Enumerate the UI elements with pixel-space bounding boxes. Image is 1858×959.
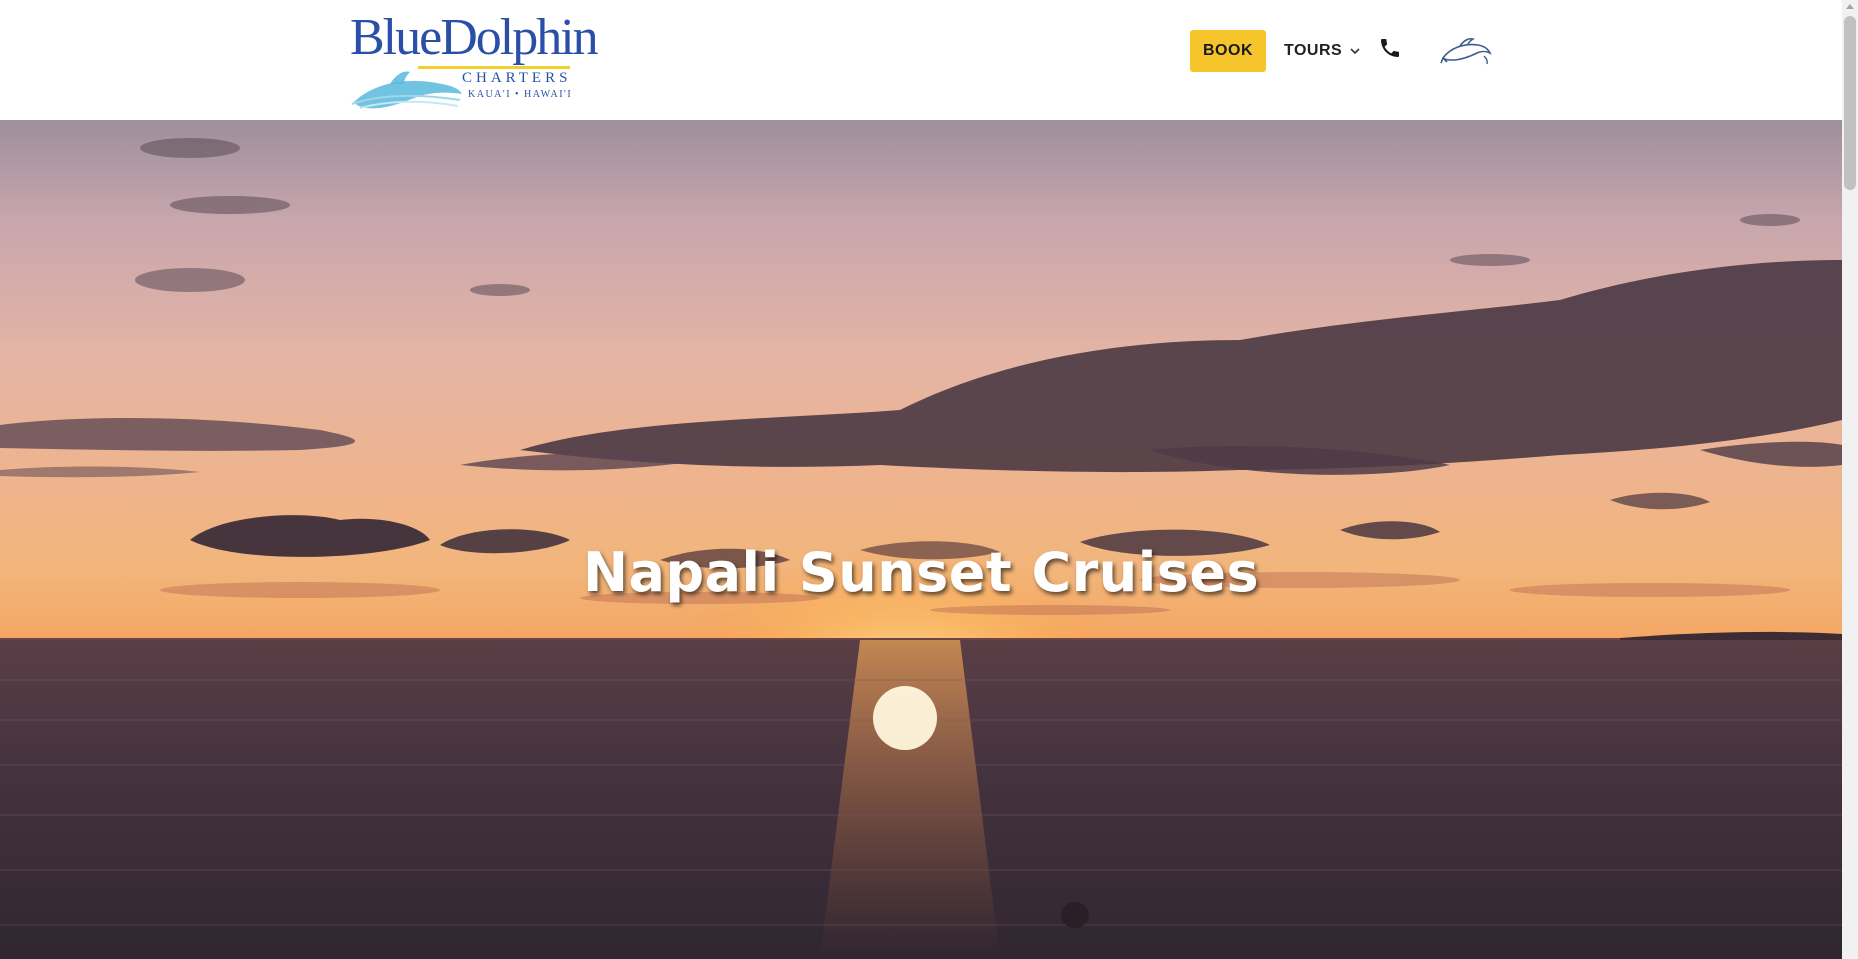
page-scrollbar[interactable] — [1842, 0, 1858, 959]
phone-icon — [1381, 39, 1399, 57]
logo-location-text: KAUA'I • HAWAI'I — [468, 89, 573, 100]
dolphin-link[interactable] — [1440, 32, 1492, 66]
scroll-up-arrow-icon[interactable] — [1846, 4, 1854, 9]
book-button[interactable]: BOOK — [1190, 30, 1266, 72]
logo-wordmark: BlueDolphin — [350, 9, 599, 66]
site-header: BlueDolphin CHARTERS KAUA'I • HAWAI'I BO… — [0, 0, 1842, 120]
hero-title: Napali Sunset Cruises — [582, 541, 1260, 604]
scrollbar-thumb[interactable] — [1844, 16, 1856, 190]
site-logo[interactable]: BlueDolphin CHARTERS KAUA'I • HAWAI'I — [350, 6, 599, 114]
logo-charters-text: CHARTERS — [462, 70, 572, 86]
chevron-down-icon — [1350, 47, 1360, 54]
tours-menu-label: TOURS — [1284, 42, 1343, 59]
dolphin-icon — [1440, 37, 1492, 65]
tours-menu[interactable]: TOURS — [1284, 30, 1360, 72]
hero-banner: Napali Sunset Cruises — [0, 120, 1842, 959]
phone-link[interactable] — [1378, 35, 1404, 63]
